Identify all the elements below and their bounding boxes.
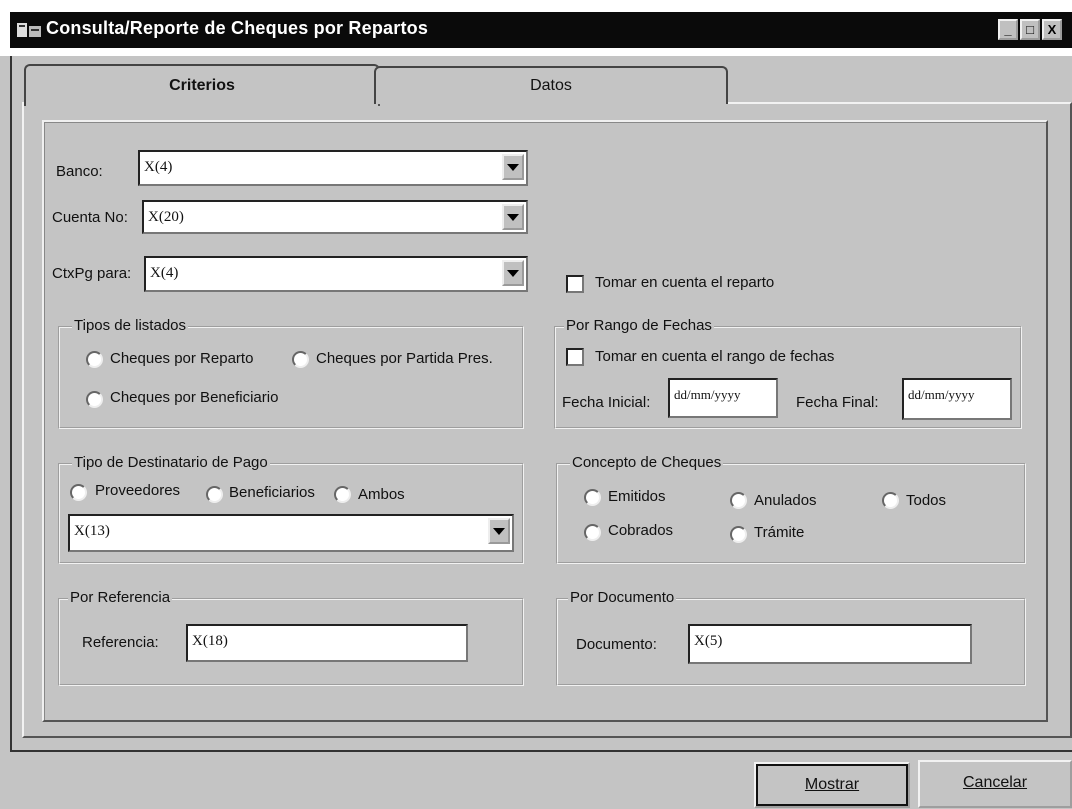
title-bar: Consulta/Reporte de Cheques por Repartos… — [0, 0, 1072, 56]
tipos-listados-group — [58, 326, 524, 429]
cuenta-value: X(20) — [148, 209, 184, 225]
window-title: Consulta/Reporte de Cheques por Repartos — [46, 18, 429, 38]
radio-anulados[interactable] — [730, 492, 747, 509]
chevron-down-icon[interactable] — [502, 154, 524, 180]
concepto-title: Concepto de Cheques — [570, 454, 724, 471]
ctxpg-value: X(4) — [150, 265, 179, 281]
fecha-final-input[interactable]: dd/mm/yyyy — [902, 378, 1012, 420]
tab-datos[interactable]: Datos — [374, 66, 728, 104]
tipos-listados-title: Tipos de listados — [72, 317, 189, 334]
destinatario-combo[interactable]: X(13) — [68, 514, 514, 552]
cuenta-combo[interactable]: X(20) — [142, 200, 528, 234]
fecha-final-label: Fecha Final: — [796, 394, 879, 411]
ambos-label: Ambos — [358, 486, 405, 503]
cuenta-label: Cuenta No: — [52, 209, 128, 226]
radio-cheques-reparto[interactable] — [86, 351, 103, 368]
radio-cobrados[interactable] — [584, 524, 601, 541]
emitidos-label: Emitidos — [608, 488, 666, 505]
chevron-down-icon[interactable] — [502, 260, 524, 286]
rango-fechas-checkbox-label: Tomar en cuenta el rango de fechas — [595, 348, 835, 365]
radio-beneficiarios[interactable] — [206, 486, 223, 503]
radio-cheques-partida[interactable] — [292, 351, 309, 368]
chevron-down-icon[interactable] — [502, 204, 524, 230]
referencia-title: Por Referencia — [68, 589, 173, 606]
anulados-label: Anulados — [754, 492, 817, 509]
cobrados-label: Cobrados — [608, 522, 674, 539]
radio-todos[interactable] — [882, 492, 899, 509]
ctxpg-label: CtxPg para: — [52, 265, 132, 282]
tab-criterios[interactable]: Criterios — [24, 64, 380, 106]
radio-ambos[interactable] — [334, 486, 351, 503]
reparto-checkbox[interactable] — [566, 275, 584, 293]
cheques-beneficiario-label: Cheques por Beneficiario — [110, 389, 279, 406]
cheques-partida-label: Cheques por Partida Pres. — [316, 350, 493, 367]
banco-label: Banco: — [56, 163, 103, 180]
documento-input[interactable]: X(5) — [688, 624, 972, 664]
concepto-group — [556, 463, 1026, 564]
destinatario-value: X(13) — [74, 523, 110, 539]
title-bar-strip[interactable]: Consulta/Reporte de Cheques por Repartos… — [10, 12, 1072, 48]
radio-proveedores[interactable] — [70, 484, 87, 501]
reparto-checkbox-label: Tomar en cuenta el reparto — [595, 274, 775, 291]
fecha-inicial-input[interactable]: dd/mm/yyyy — [668, 378, 778, 418]
destinatario-title: Tipo de Destinatario de Pago — [72, 454, 270, 471]
radio-cheques-beneficiario[interactable] — [86, 391, 103, 408]
minimize-button[interactable]: _ — [998, 19, 1018, 40]
mostrar-button[interactable]: Mostrar — [754, 762, 910, 808]
referencia-label: Referencia: — [82, 634, 159, 651]
documento-label: Documento: — [576, 636, 657, 653]
referencia-input[interactable]: X(18) — [186, 624, 468, 662]
banco-value: X(4) — [144, 159, 173, 175]
close-button[interactable]: X — [1042, 19, 1062, 40]
cancelar-button[interactable]: Cancelar — [918, 760, 1072, 808]
proveedores-label: Proveedores — [95, 482, 181, 499]
maximize-button[interactable]: □ — [1020, 19, 1040, 40]
radio-emitidos[interactable] — [584, 489, 601, 506]
todos-label: Todos — [906, 492, 947, 509]
radio-tramite[interactable] — [730, 526, 747, 543]
rango-fechas-checkbox[interactable] — [566, 348, 584, 366]
chevron-down-icon[interactable] — [488, 518, 510, 544]
app-icon — [17, 23, 41, 37]
fecha-inicial-label: Fecha Inicial: — [562, 394, 651, 411]
banco-combo[interactable]: X(4) — [138, 150, 528, 186]
tramite-label: Trámite — [754, 524, 805, 541]
rango-fechas-title: Por Rango de Fechas — [564, 317, 714, 334]
beneficiarios-label: Beneficiarios — [229, 484, 315, 501]
documento-title: Por Documento — [568, 589, 677, 606]
ctxpg-combo[interactable]: X(4) — [144, 256, 528, 292]
cheques-reparto-label: Cheques por Reparto — [110, 350, 254, 367]
